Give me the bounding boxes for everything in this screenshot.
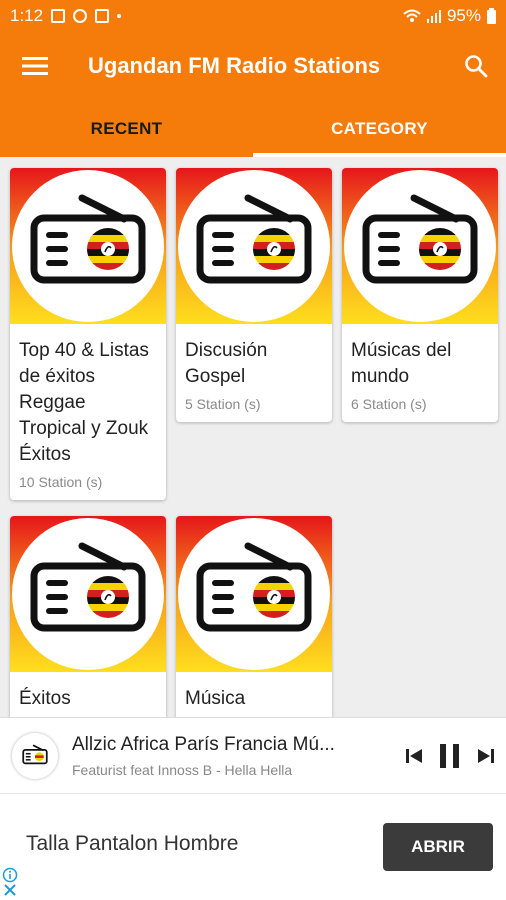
- dot-icon: [117, 14, 122, 18]
- status-bar: 1:12 95%: [0, 0, 506, 32]
- station-count: 10 Station (s): [19, 474, 103, 490]
- pause-icon[interactable]: [438, 743, 462, 769]
- tab-recent[interactable]: RECENT: [0, 100, 253, 157]
- category-card[interactable]: Éxitos: [10, 516, 166, 717]
- radio-flag-icon: [176, 516, 332, 672]
- ad-close-icon[interactable]: [2, 882, 18, 898]
- station-count: 5 Station (s): [185, 396, 261, 412]
- radio-flag-icon: [176, 168, 332, 324]
- category-name: Top 40 & Listas de éxitos Reggae Tropica…: [19, 340, 149, 465]
- radio-flag-icon: [10, 516, 166, 672]
- next-icon[interactable]: [476, 746, 496, 766]
- search-button[interactable]: [446, 32, 506, 100]
- ad-banner[interactable]: Talla Pantalon Hombre ABRIR: [0, 793, 506, 900]
- now-playing-subtitle: Featurist feat Innoss B - Hella Hella: [72, 761, 293, 778]
- radio-flag-icon: [10, 168, 166, 324]
- wifi-icon: [403, 9, 421, 22]
- status-time: 1:12: [10, 6, 44, 25]
- menu-button[interactable]: [0, 32, 70, 100]
- category-name: Discusión Gospel: [185, 340, 268, 387]
- tab-bar: RECENT CATEGORY: [0, 100, 506, 157]
- notification-icon: [73, 9, 88, 23]
- radio-flag-icon: [342, 168, 498, 324]
- category-card[interactable]: Top 40 & Listas de éxitos Reggae Tropica…: [10, 168, 166, 500]
- category-name: Éxitos: [19, 688, 71, 709]
- search-icon: [465, 55, 488, 78]
- battery-percent: 95%: [446, 6, 481, 25]
- now-playing-title: Allzic Africa París Francia Mú...: [72, 733, 335, 755]
- category-card[interactable]: Música: [176, 516, 332, 717]
- signal-icon: [426, 10, 441, 23]
- mini-player[interactable]: Allzic Africa París Francia Mú... Featur…: [0, 717, 506, 793]
- menu-icon: [22, 57, 48, 75]
- app-bar: Ugandan FM Radio Stations: [0, 32, 506, 100]
- category-card[interactable]: Músicas del mundo 6 Station (s): [342, 168, 498, 422]
- radio-flag-icon: [22, 744, 48, 764]
- gallery-icon: [51, 9, 66, 23]
- category-name: Músicas del mundo: [351, 340, 452, 387]
- station-count: 6 Station (s): [351, 396, 427, 412]
- ad-text: Talla Pantalon Hombre: [26, 832, 239, 855]
- ad-open-button[interactable]: ABRIR: [383, 823, 493, 871]
- category-grid: Top 40 & Listas de éxitos Reggae Tropica…: [0, 157, 506, 717]
- category-card[interactable]: Discusión Gospel 5 Station (s): [176, 168, 332, 422]
- battery-icon: [487, 8, 496, 24]
- previous-icon[interactable]: [404, 746, 424, 766]
- page-title: Ugandan FM Radio Stations: [88, 53, 381, 78]
- category-name: Música: [185, 688, 246, 709]
- ad-info-icon[interactable]: [2, 867, 18, 883]
- station-logo: [12, 732, 58, 779]
- tab-category[interactable]: CATEGORY: [253, 100, 506, 157]
- facebook-icon: [95, 9, 110, 23]
